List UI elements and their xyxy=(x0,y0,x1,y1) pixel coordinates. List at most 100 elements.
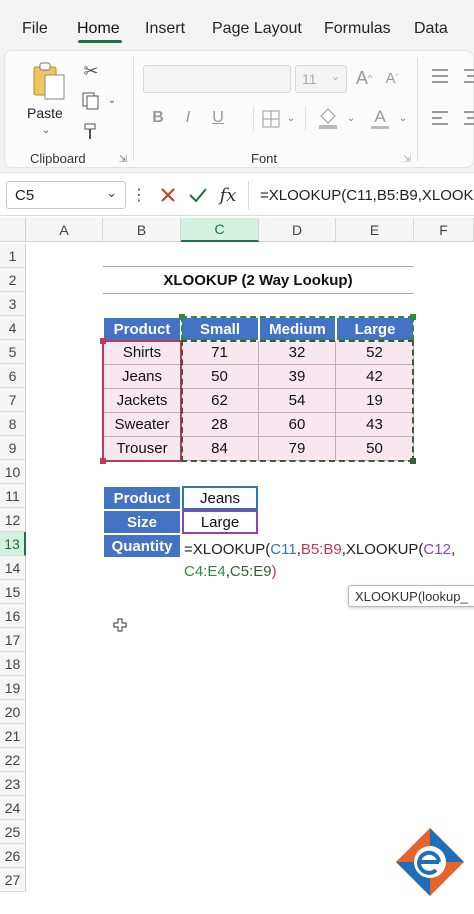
font-color-icon[interactable]: A xyxy=(367,105,393,131)
fill-color-chevron-down-icon[interactable]: ⌄ xyxy=(345,111,357,125)
lookup-size-value[interactable]: Large xyxy=(182,510,258,534)
cut-icon[interactable]: ✂ xyxy=(79,59,103,83)
row-header[interactable]: 19 xyxy=(0,676,26,700)
grow-font-icon[interactable]: A ^ xyxy=(353,67,375,89)
row-header[interactable]: 26 xyxy=(0,844,26,868)
column-header-b[interactable]: B xyxy=(103,218,181,242)
divider xyxy=(305,107,306,131)
row-header[interactable]: 24 xyxy=(0,796,26,820)
formula-input[interactable]: =XLOOKUP(C11,B5:B9,XLOOK xyxy=(260,187,474,204)
bold-icon[interactable]: B xyxy=(147,107,169,129)
align-top-icon[interactable] xyxy=(429,65,451,87)
more-options-icon[interactable]: ⋮ xyxy=(131,185,147,205)
function-tooltip[interactable]: XLOOKUP(lookup_ xyxy=(348,585,474,607)
paste-chevron-down-icon[interactable]: ⌄ xyxy=(39,123,53,137)
font-color-chevron-down-icon[interactable]: ⌄ xyxy=(397,111,409,125)
tab-home[interactable]: Home xyxy=(77,20,120,38)
row-header[interactable]: 6 xyxy=(0,364,26,388)
clipboard-launcher-icon[interactable]: ⇲ xyxy=(117,153,129,165)
cell-formula-editor[interactable]: =XLOOKUP(C11,B5:B9,XLOOKUP(C12, xyxy=(184,538,474,562)
range-highlight-b5-b9 xyxy=(102,340,182,462)
column-header-e[interactable]: E xyxy=(336,218,414,242)
fill-color-icon[interactable] xyxy=(313,105,343,131)
lookup-quantity-label: Quantity xyxy=(103,534,181,558)
align-center-icon[interactable] xyxy=(461,107,474,129)
row-header[interactable]: 20 xyxy=(0,700,26,724)
row-header[interactable]: 22 xyxy=(0,748,26,772)
name-box[interactable]: C5 ⌄ xyxy=(6,181,126,209)
row-header[interactable]: 1 xyxy=(0,244,26,268)
column-header-d[interactable]: D xyxy=(259,218,336,242)
font-name-dropdown[interactable] xyxy=(143,65,291,93)
align-middle-icon[interactable] xyxy=(461,65,474,87)
row-header[interactable]: 16 xyxy=(0,604,26,628)
range-handle[interactable] xyxy=(410,314,416,320)
clipboard-group-label: Clipboard xyxy=(30,151,86,166)
sheet-title: XLOOKUP (2 Way Lookup) xyxy=(103,266,413,294)
row-header[interactable]: 25 xyxy=(0,820,26,844)
font-group-label: Font xyxy=(251,151,278,166)
font-launcher-icon[interactable]: ⇲ xyxy=(401,153,413,165)
insert-function-icon[interactable]: fx xyxy=(214,181,242,209)
cancel-icon[interactable] xyxy=(156,183,180,207)
row-header[interactable]: 23 xyxy=(0,772,26,796)
row-header[interactable]: 14 xyxy=(0,556,26,580)
row-header[interactable]: 18 xyxy=(0,652,26,676)
range-handle[interactable] xyxy=(179,314,185,320)
formula-ref-c12: C12 xyxy=(423,541,451,558)
font-size-value: 11 xyxy=(302,71,317,87)
column-header-f[interactable]: F xyxy=(414,218,474,242)
range-highlight-c5-e9 xyxy=(181,340,414,462)
row-header[interactable]: 12 xyxy=(0,508,26,532)
tab-file[interactable]: File xyxy=(22,20,48,38)
divider xyxy=(253,107,254,131)
row-header[interactable]: 2 xyxy=(0,268,26,292)
tab-page-layout[interactable]: Page Layout xyxy=(212,20,302,38)
borders-icon[interactable] xyxy=(259,107,283,131)
column-header-a[interactable]: A xyxy=(26,218,103,242)
divider xyxy=(417,57,418,161)
range-handle[interactable] xyxy=(410,458,416,464)
format-painter-icon[interactable] xyxy=(79,119,103,143)
italic-icon[interactable]: I xyxy=(177,107,199,129)
align-left-icon[interactable] xyxy=(429,107,451,129)
row-header[interactable]: 8 xyxy=(0,412,26,436)
range-handle[interactable] xyxy=(100,338,106,344)
enter-icon[interactable] xyxy=(186,183,210,207)
cell-formula-continuation[interactable]: C4:E4,C5:E9) xyxy=(184,560,277,584)
range-handle[interactable] xyxy=(100,458,106,464)
underline-icon[interactable]: U xyxy=(207,107,229,129)
lookup-product-value[interactable]: Jeans xyxy=(182,486,258,510)
row-header-selected[interactable]: 13 xyxy=(0,532,26,556)
row-header[interactable]: 3 xyxy=(0,292,26,316)
row-header[interactable]: 27 xyxy=(0,868,26,892)
column-header-c[interactable]: C xyxy=(181,218,259,242)
row-header[interactable]: 4 xyxy=(0,316,26,340)
row-header[interactable]: 15 xyxy=(0,580,26,604)
table-header-product: Product xyxy=(103,317,181,341)
formula-text: ,XLOOKUP( xyxy=(341,541,424,558)
tab-data[interactable]: Data xyxy=(414,20,448,38)
chevron-down-icon[interactable]: ⌄ xyxy=(106,185,117,201)
copy-chevron-down-icon[interactable]: ⌄ xyxy=(105,93,119,107)
copy-icon[interactable] xyxy=(79,89,103,113)
row-header[interactable]: 11 xyxy=(0,484,26,508)
row-header[interactable]: 17 xyxy=(0,628,26,652)
row-header[interactable]: 7 xyxy=(0,388,26,412)
chevron-down-icon: ⌄ xyxy=(330,71,340,83)
menu-bar: File Home Insert Page Layout Formulas Da… xyxy=(0,0,474,46)
select-all-corner[interactable] xyxy=(0,218,26,242)
tab-formulas[interactable]: Formulas xyxy=(324,20,391,38)
font-size-dropdown[interactable]: 11 ⌄ xyxy=(295,65,347,93)
row-header[interactable]: 10 xyxy=(0,460,26,484)
shrink-font-icon[interactable]: Aˇ xyxy=(381,67,403,89)
row-header[interactable]: 9 xyxy=(0,436,26,460)
tab-insert[interactable]: Insert xyxy=(145,20,185,38)
row-header[interactable]: 5 xyxy=(0,340,26,364)
ribbon: Paste ⌄ ✂ ⌄ Clipboard ⇲ 11 ⌄ A ^ Aˇ B I U… xyxy=(0,46,474,172)
borders-chevron-down-icon[interactable]: ⌄ xyxy=(285,111,297,125)
paste-icon[interactable] xyxy=(29,61,69,101)
name-box-value: C5 xyxy=(15,187,35,204)
paste-label[interactable]: Paste xyxy=(27,105,63,121)
row-header[interactable]: 21 xyxy=(0,724,26,748)
